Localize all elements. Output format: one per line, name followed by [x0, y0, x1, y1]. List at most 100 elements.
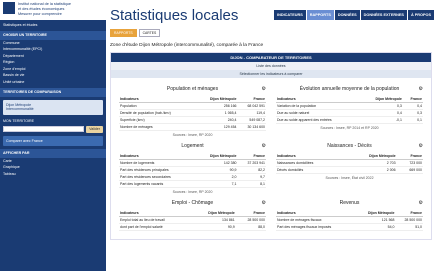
table-cell: 90,9 [191, 223, 236, 231]
table-cell: ‑0,1 [360, 116, 403, 124]
sidebar: Institut national de la statistique et d… [0, 0, 106, 271]
report-card: Population et ménages ⚙ Indicateurs Dijon M… [119, 86, 266, 137]
table-row: Part des ménages fiscaux imposés 54,0 51,0 [276, 223, 423, 231]
table-row: Nombre de logements 142 380 37 203 941 [119, 159, 266, 167]
nav-a-propos[interactable]: À PROPOS [407, 10, 434, 20]
table-cell: Part des logements vacants [119, 180, 196, 188]
sidebar-label: MON TERRITOIRE [3, 118, 35, 123]
table-cell: 28 500 000 [235, 216, 266, 224]
sidebar-item[interactable]: Unité urbaine [0, 79, 106, 85]
indicator-table: Indicateurs Dijon Métropole France Nombre d… [119, 153, 266, 188]
table-row: Nombre de ménages fiscaux 121 568 28 500 0… [276, 216, 423, 224]
display-option[interactable]: Tableau [0, 171, 106, 177]
table-cell: 2 006 [345, 166, 397, 174]
table-row: Variation de la population 0,3 0,4 [276, 102, 423, 110]
indicator-table: Indicateurs Dijon Métropole France Variatio… [276, 96, 423, 124]
table-row: Part des résidences principales 90,9 82,2 [119, 166, 266, 174]
table-cell: Naissances domiciliées [276, 159, 346, 167]
gear-icon[interactable]: ⚙ [419, 143, 423, 149]
nav-rapports[interactable]: RAPPORTS [306, 10, 334, 20]
territory-search-input[interactable] [3, 126, 85, 133]
gear-icon[interactable]: ⚙ [419, 200, 423, 206]
indicator-table: Indicateurs Dijon Métropole France Nombre d… [276, 210, 423, 231]
table-cell: 0,1 [402, 116, 423, 124]
report-grid: Population et ménages ⚙ Indicateurs Dijon M… [111, 78, 431, 239]
gear-icon[interactable]: ⚙ [262, 143, 266, 149]
sidebar-section-territory: CHOISIR UN TERRITOIRE [0, 31, 106, 40]
table-row: dont part de l'emploi salarié 90,9 88,0 [119, 223, 266, 231]
study-zone-text: Zone d'étude Dijon Métropole (intercommu… [110, 43, 264, 48]
table-cell: 0,4 [402, 102, 423, 110]
table-cell: Part des résidences secondaires [119, 173, 196, 181]
table-cell: 30 134 600 [237, 123, 266, 131]
card-title: Revenus ⚙ [276, 200, 423, 206]
app: Institut national de la statistique et d… [0, 0, 438, 271]
report-card: Évolution annuelle moyenne de la populat… [276, 86, 423, 137]
table-row: Emploi total au lieu de travail 134 861 28… [119, 216, 266, 224]
table-cell: 134 861 [191, 216, 236, 224]
table-cell: 669 000 [396, 166, 423, 174]
tab-cartes[interactable]: CARTES [138, 29, 161, 37]
source-note: Sources : Insee, État civil 2022 [325, 176, 374, 180]
table-cell: 1 065,4 [195, 109, 238, 117]
page-title: Statistiques locales [110, 6, 239, 24]
table-cell: Décès domiciliés [276, 166, 346, 174]
card-title-text: Emploi ‑ Chômage [171, 200, 214, 206]
table-cell: 121 568 [355, 216, 396, 224]
sidebar-top-link[interactable]: Statistiques et études [0, 22, 106, 28]
table-row: Superficie (km²) 240,4 549 087,2 [119, 116, 266, 124]
table-cell: Variation de la population [276, 102, 361, 110]
page-header: Statistiques locales INDICATEURS RAPPORT… [106, 0, 438, 30]
table-cell: Nombre de logements [119, 159, 196, 167]
table-cell: 0,3 [402, 109, 423, 117]
report-subheader[interactable]: Liste des données [111, 62, 431, 70]
table-row: Part des logements vacants 7,1 8,1 [119, 180, 266, 188]
table-cell: 90,9 [195, 166, 238, 174]
table-cell: 2 703 [345, 159, 397, 167]
validate-button[interactable]: Valider [86, 126, 103, 133]
table-cell: 2,0 [195, 173, 238, 181]
report-title-bar: DIJON ‑ COMPARATEUR DE TERRITOIRES [111, 53, 431, 62]
gear-icon[interactable]: ⚙ [419, 86, 423, 92]
card-title: Population et ménages ⚙ [119, 86, 266, 92]
table-cell: 8,1 [237, 180, 266, 188]
indicator-table: Indicateurs Dijon Métropole France Naissanc… [276, 153, 423, 174]
table-cell: 723 000 [396, 159, 423, 167]
table-cell: 7,1 [195, 180, 238, 188]
card-title: Évolution annuelle moyenne de la populat… [276, 86, 423, 92]
table-cell: 256 166 [195, 102, 238, 110]
table-cell: 9,7 [237, 173, 266, 181]
card-title-text: Logement [181, 143, 204, 149]
gear-icon[interactable]: ⚙ [262, 86, 266, 92]
selected-territory-box[interactable]: Dijon Métropole Intercommunalité [3, 99, 103, 115]
report-card: Naissances ‑ Décès ⚙ Indicateurs Dijon Métr… [276, 143, 423, 194]
source-note: Sources : Insee, RP 2020 [172, 133, 213, 137]
card-title-text: Évolution annuelle moyenne de la populat… [299, 86, 400, 92]
table-cell: 549 087,2 [237, 116, 266, 124]
report-card: Revenus ⚙ Indicateurs Dijon Métropole France… [276, 200, 423, 231]
table-row: Due au solde naturel 0,4 0,3 [276, 109, 423, 117]
nav-donnees[interactable]: DONNÉES [334, 10, 360, 20]
nav-indicateurs[interactable]: INDICATEURS [274, 10, 306, 20]
table-cell: dont part de l'emploi salarié [119, 223, 192, 231]
card-title: Emploi ‑ Chômage ⚙ [119, 200, 266, 206]
selected-territory-type: Intercommunalité [6, 107, 34, 112]
table-row: Densité de population (hab./km²) 1 065,4 1… [119, 109, 266, 117]
table-row: Due au solde apparent des entrées ‑0,1 0,1 [276, 116, 423, 124]
table-cell: 51,0 [395, 223, 423, 231]
logo-mark [3, 2, 15, 14]
tab-rapports[interactable]: RAPPORTS [110, 29, 137, 37]
sidebar-section-comparison: TERRITOIRES DE COMPARAISON [0, 88, 106, 97]
table-cell: 0,4 [360, 109, 403, 117]
gear-icon[interactable]: ⚙ [262, 200, 266, 206]
compare-france-item[interactable]: Comparer avec France [3, 135, 103, 147]
nav-donnees-externes[interactable]: DONNÉES EXTERNES [360, 10, 407, 20]
table-cell: Densité de population (hab./km²) [119, 109, 196, 117]
table-cell: 0,3 [360, 102, 403, 110]
insee-logo[interactable]: Institut national de la statistique et d… [0, 0, 106, 20]
report-subheader-2[interactable]: Sélectionner les indicateurs à comparer [111, 70, 431, 78]
sidebar-section-display: AFFICHER PAR [0, 149, 106, 158]
card-title-text: Revenus [339, 200, 360, 206]
table-row: Naissances domiciliées 2 703 723 000 [276, 159, 423, 167]
card-title-text: Population et ménages [166, 86, 219, 92]
